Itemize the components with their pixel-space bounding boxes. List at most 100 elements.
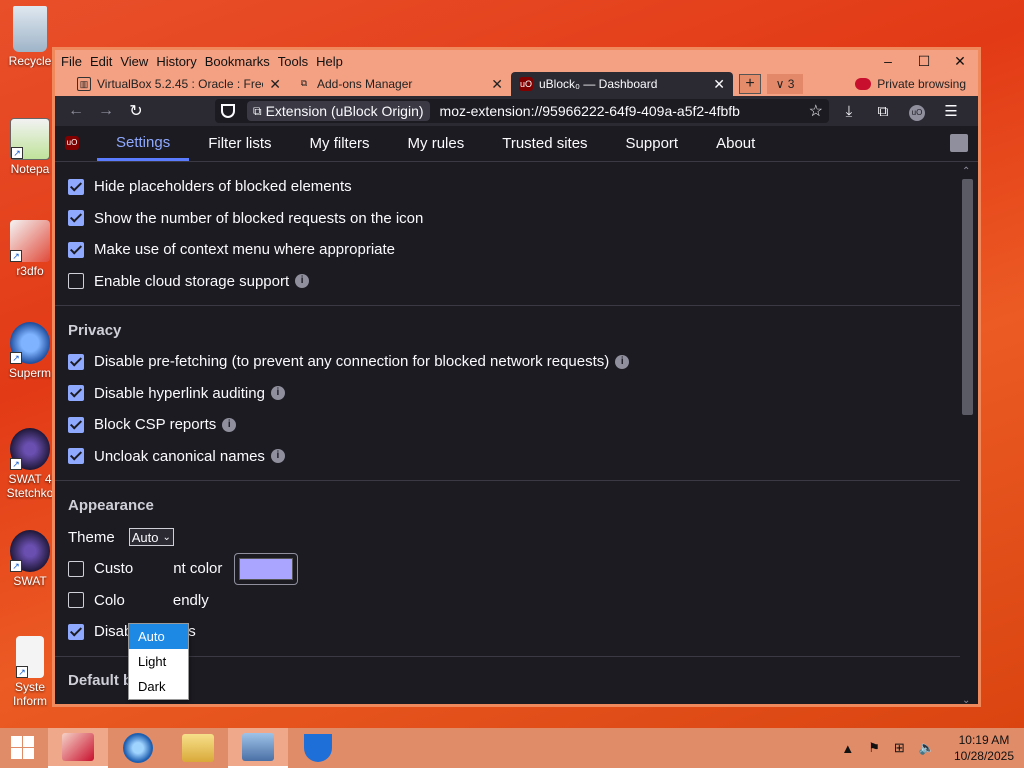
downloads-icon[interactable]: ⤓ [832, 103, 866, 120]
windows-logo-icon [11, 736, 22, 747]
menu-help[interactable]: Help [316, 54, 343, 69]
checkbox-checked[interactable] [68, 623, 84, 640]
tab-support[interactable]: Support [607, 126, 698, 161]
taskbar-file-explorer[interactable] [168, 728, 228, 768]
tab-settings[interactable]: Settings [97, 126, 190, 161]
info-icon[interactable]: i [222, 417, 237, 432]
setting-cloud-storage[interactable]: Enable cloud storage support i [68, 266, 960, 298]
menu-view[interactable]: View [120, 54, 148, 69]
tab-ublock-dashboard[interactable]: uO uBlock₀ — Dashboard ✕ [511, 72, 733, 96]
setting-hide-placeholders[interactable]: Hide placeholders of blocked elements [68, 171, 960, 203]
r3dfox-label: r3dfo [16, 264, 44, 278]
tracking-protection-icon[interactable] [221, 104, 235, 118]
url-bar[interactable]: ⧉ Extension (uBlock Origin) moz-extensio… [215, 99, 829, 123]
scrollbar-thumb[interactable] [962, 179, 973, 415]
setting-color-blind-friendly[interactable]: Colo endly [68, 585, 960, 617]
maximize-icon[interactable]: ☐ [906, 50, 942, 72]
checkbox-unchecked[interactable] [68, 273, 84, 290]
checkbox-checked[interactable] [68, 448, 84, 465]
checkbox-checked[interactable] [68, 241, 84, 258]
setting-context-menu[interactable]: Make use of context menu where appropria… [68, 234, 960, 266]
menu-history[interactable]: History [156, 54, 196, 69]
bookmark-star-icon[interactable]: ☆ [809, 101, 823, 121]
theme-option-auto[interactable]: Auto [129, 624, 188, 649]
taskbar-windows-security[interactable] [288, 728, 348, 768]
swat4-label: SWAT [13, 574, 47, 588]
flag-icon[interactable]: ⚑ [868, 740, 880, 756]
new-tab-button[interactable]: + [739, 74, 761, 94]
recycle-bin-icon[interactable]: Recycle [2, 6, 58, 68]
taskbar-supermium[interactable] [108, 728, 168, 768]
tab-virtualbox[interactable]: ▥ VirtualBox 5.2.45 : Oracle : Free D ✕ [55, 72, 289, 96]
url-text[interactable]: moz-extension://95966222-64f9-409a-a5f2-… [440, 103, 803, 119]
start-button[interactable] [0, 728, 48, 768]
accent-color-picker[interactable] [234, 552, 299, 585]
menu-tools[interactable]: Tools [278, 54, 308, 69]
theme-select[interactable]: Auto ⌄ [128, 528, 174, 546]
theme-option-light[interactable]: Light [129, 649, 188, 674]
info-icon[interactable]: i [295, 274, 310, 289]
menu-file[interactable]: File [61, 54, 82, 69]
network-icon[interactable]: ⊞ [894, 740, 905, 756]
setting-show-blocked-count[interactable]: Show the number of blocked requests on t… [68, 203, 960, 235]
tab-close-icon[interactable]: ✕ [713, 76, 725, 93]
tab-about[interactable]: About [697, 126, 774, 161]
setting-disable-hyperlink-auditing[interactable]: Disable hyperlink auditing i [68, 378, 960, 410]
tab-filter-lists[interactable]: Filter lists [189, 126, 290, 161]
hamburger-menu-icon[interactable]: ☰ [934, 102, 968, 120]
puzzle-icon: ⧉ [300, 78, 308, 88]
setting-disable-prefetching[interactable]: Disable pre-fetching (to prevent any con… [68, 346, 960, 378]
swat4-stetchkov-icon[interactable]: ↗ SWAT 4 Stetchko [2, 428, 58, 500]
menu-edit[interactable]: Edit [90, 54, 112, 69]
ublock-toolbar-icon[interactable]: uO [900, 102, 934, 121]
site-identity-label: Extension (uBlock Origin) [265, 103, 424, 119]
swat4-icon[interactable]: ↗ SWAT [2, 530, 58, 588]
close-icon[interactable]: ✕ [942, 50, 978, 72]
info-icon[interactable]: i [270, 386, 285, 401]
checkbox-unchecked[interactable] [68, 592, 84, 609]
r3dfox-icon[interactable]: ↗ r3dfo [2, 220, 58, 278]
tab-addons-manager[interactable]: ⧉ Add-ons Manager ✕ [289, 72, 511, 96]
system-information-icon[interactable]: ↗ Syste Inform [2, 636, 58, 708]
checkbox-checked[interactable] [68, 353, 84, 370]
tab-my-filters[interactable]: My filters [291, 126, 389, 161]
checkbox-unchecked[interactable] [68, 560, 84, 577]
chevron-up-icon[interactable]: ▲ [841, 741, 854, 756]
extensions-icon[interactable]: ⧉ [866, 103, 900, 120]
tab-trusted-sites[interactable]: Trusted sites [483, 126, 606, 161]
clock[interactable]: 10:19 AM 10/28/2025 [954, 732, 1014, 764]
info-icon[interactable]: i [270, 449, 285, 464]
tab-my-rules[interactable]: My rules [389, 126, 484, 161]
book-icon[interactable] [950, 134, 968, 152]
setting-label: Disable pre-fetching (to prevent any con… [94, 353, 610, 371]
checkbox-checked[interactable] [68, 210, 84, 227]
private-browsing-label: Private browsing [877, 77, 966, 91]
reload-icon[interactable]: ↻ [121, 101, 151, 121]
forward-icon[interactable]: → [91, 102, 121, 120]
taskbar-virtualbox[interactable] [228, 728, 288, 768]
taskbar-r3dfox[interactable] [48, 728, 108, 768]
scroll-up-icon[interactable]: ⌃ [962, 166, 970, 177]
shield-icon [304, 734, 332, 762]
checkbox-checked[interactable] [68, 385, 84, 402]
setting-custom-accent-color[interactable]: Custo nt color [68, 552, 960, 585]
menu-bookmarks[interactable]: Bookmarks [205, 54, 270, 69]
speaker-muted-icon[interactable]: 🔈 [919, 740, 935, 756]
minimize-icon[interactable]: – [870, 50, 906, 72]
site-identity[interactable]: ⧉ Extension (uBlock Origin) [247, 101, 430, 121]
scrollbar[interactable]: ⌃ ⌄ [960, 166, 974, 706]
checkbox-checked[interactable] [68, 178, 84, 195]
scroll-down-icon[interactable]: ⌄ [962, 695, 970, 706]
back-icon[interactable]: ← [61, 102, 91, 120]
supermium-icon[interactable]: ↗ Superm [2, 322, 58, 380]
tab-close-icon[interactable]: ✕ [269, 76, 281, 93]
notepad-icon[interactable]: ↗ Notepa [2, 118, 58, 176]
setting-uncloak-canonical-names[interactable]: Uncloak canonical names i [68, 441, 960, 473]
tab-overflow-button[interactable]: ∨ 3 [767, 74, 803, 94]
setting-disable-tooltips[interactable]: Disable tooltips [68, 616, 960, 648]
checkbox-checked[interactable] [68, 416, 84, 433]
theme-option-dark[interactable]: Dark [129, 674, 188, 699]
tab-close-icon[interactable]: ✕ [491, 76, 503, 93]
info-icon[interactable]: i [615, 354, 630, 369]
setting-block-csp-reports[interactable]: Block CSP reports i [68, 409, 960, 441]
